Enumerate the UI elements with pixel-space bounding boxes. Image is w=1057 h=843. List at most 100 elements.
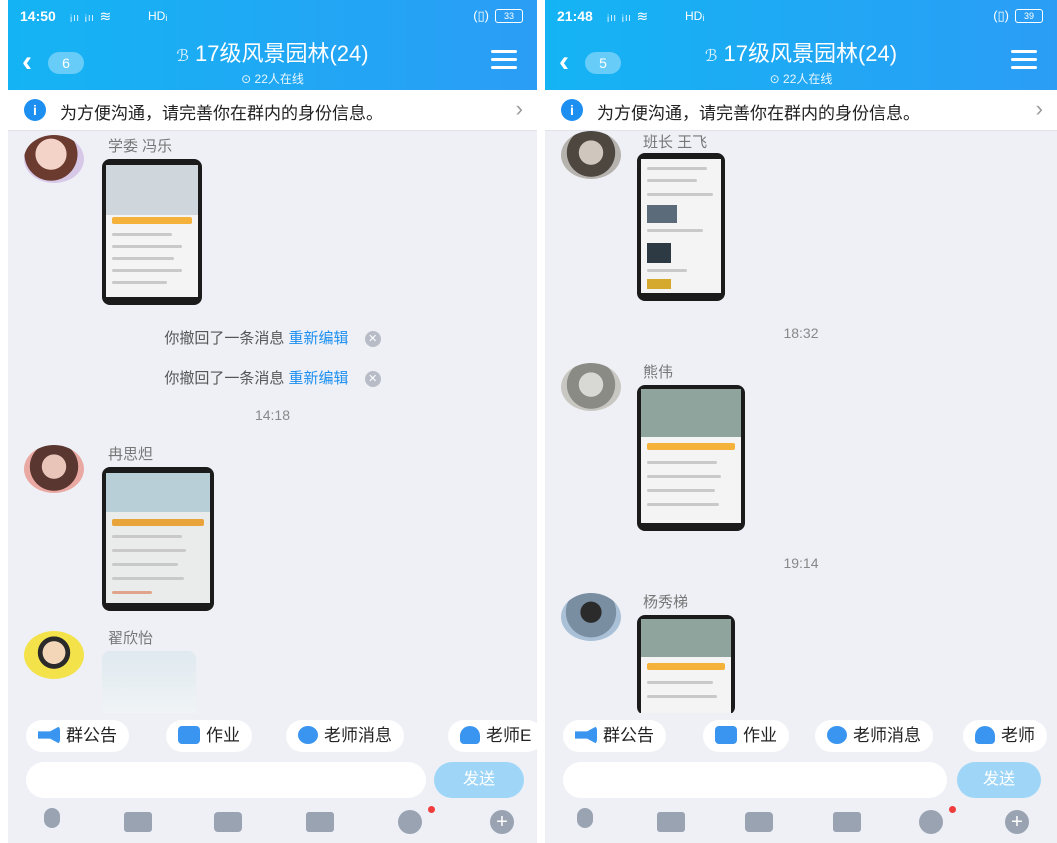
message-input[interactable] (563, 762, 947, 798)
reedit-link[interactable]: 重新编辑 (289, 330, 349, 347)
message: 杨秀梯 (545, 591, 1057, 713)
timestamp: 19:14 (783, 555, 819, 571)
sender-name: 熊伟 (643, 364, 674, 381)
profile-notice[interactable]: i 为方便沟通，请完善你在群内的身份信息。 › (545, 90, 1057, 131)
sender-name: 翟欣怡 (108, 630, 154, 647)
chip-label: 作业 (743, 726, 777, 745)
input-toolbar: + (8, 804, 537, 843)
chat-area: 学委 冯乐 你撤回了一条消息 重新编辑 ✕ 你撤回了一条消息 重新编辑 ✕ 14… (8, 131, 537, 713)
send-button[interactable]: 发送 (957, 762, 1041, 798)
chip-label: 老师E (486, 726, 532, 745)
title-block: ℬ 17级风景园林(24) ⊙ 22人在线 (8, 36, 537, 87)
header-bar: 14:50 ᵢₗₗ ᵢₗₗ ≋ HDᵢ (▯) 33 ‹ 6 ℬ 17级风景园林(… (8, 0, 537, 90)
input-toolbar: + (545, 804, 1057, 843)
sender-name: 冉思炟 (108, 446, 154, 463)
plus-icon[interactable]: + (490, 810, 514, 834)
image-message[interactable] (102, 159, 202, 305)
notice-text: 为方便沟通，请完善你在群内的身份信息。 (597, 104, 920, 123)
emoji-icon[interactable] (919, 810, 943, 834)
document-icon (715, 726, 737, 745)
chip-homework[interactable]: 作业 (166, 720, 252, 752)
quick-chips: 群公告 作业 老师消息 老师 (545, 716, 1057, 758)
teacher-icon (827, 726, 847, 745)
image-message[interactable] (637, 615, 735, 713)
group-icon: ℬ (176, 48, 189, 65)
signal-icon: ᵢₗₗ ᵢₗₗ ≋ (607, 8, 650, 24)
message-input[interactable] (26, 762, 426, 798)
chip-teacher-other[interactable]: 老师 (963, 720, 1047, 752)
microphone-icon[interactable] (577, 808, 593, 828)
menu-button[interactable] (1011, 50, 1037, 70)
megaphone-icon (38, 726, 60, 745)
menu-button[interactable] (491, 50, 517, 70)
online-count: 22人在线 (254, 72, 304, 86)
plus-icon[interactable]: + (1005, 810, 1029, 834)
avatar[interactable] (561, 363, 621, 411)
envelope-icon[interactable] (833, 812, 861, 832)
image-message[interactable] (102, 467, 214, 611)
envelope-icon[interactable] (306, 812, 334, 832)
title-block: ℬ 17级风景园林(24) ⊙ 22人在线 (545, 36, 1057, 87)
chip-announcement[interactable]: 群公告 (26, 720, 129, 752)
chip-teacher-message[interactable]: 老师消息 (815, 720, 933, 752)
image-message[interactable] (637, 385, 745, 531)
image-message[interactable] (102, 651, 196, 713)
avatar[interactable] (24, 135, 84, 183)
send-button[interactable]: 发送 (434, 762, 524, 798)
headset-icon (460, 726, 480, 745)
image-icon[interactable] (124, 812, 152, 832)
avatar[interactable] (24, 631, 84, 679)
headset-icon (975, 726, 995, 745)
microphone-icon[interactable] (44, 808, 60, 828)
reedit-link[interactable]: 重新编辑 (289, 370, 349, 387)
image-icon[interactable] (657, 812, 685, 832)
network-label: HDᵢ (685, 9, 705, 23)
battery-icon: 39 (1015, 9, 1043, 23)
chip-label: 老师消息 (324, 726, 392, 745)
chat-screen-left: 14:50 ᵢₗₗ ᵢₗₗ ≋ HDᵢ (▯) 33 ‹ 6 ℬ 17级风景园林(… (8, 0, 537, 843)
online-icon: ⊙ (241, 72, 255, 86)
online-icon: ⊙ (769, 72, 784, 86)
vibrate-icon: (▯) (993, 8, 1009, 23)
chip-label: 老师消息 (853, 726, 921, 745)
recall-text: 你撤回了一条消息 (164, 370, 285, 387)
status-bar: 14:50 ᵢₗₗ ᵢₗₗ ≋ HDᵢ (▯) 33 (8, 0, 537, 30)
group-title: 17级风景园林(24) (723, 41, 898, 66)
info-icon: i (24, 99, 46, 121)
close-icon[interactable]: ✕ (364, 371, 381, 388)
input-row: 发送 (545, 760, 1057, 802)
camera-icon[interactable] (214, 812, 242, 832)
online-count: 22人在线 (783, 72, 833, 86)
chevron-right-icon: › (515, 96, 523, 121)
chip-announcement[interactable]: 群公告 (563, 720, 666, 752)
battery-icon: 33 (495, 9, 523, 23)
chip-label: 作业 (206, 726, 240, 745)
avatar[interactable] (561, 131, 621, 179)
recall-notice: 你撤回了一条消息 重新编辑 ✕ (8, 327, 537, 348)
message: 学委 冯乐 (8, 135, 537, 315)
info-icon: i (561, 99, 583, 121)
header-bar: 21:48 ᵢₗₗ ᵢₗₗ ≋ HDᵢ (▯) 39 ‹ 5 ℬ 17级风景园林(… (545, 0, 1057, 90)
camera-icon[interactable] (745, 812, 773, 832)
avatar[interactable] (561, 593, 621, 641)
chevron-right-icon: › (1035, 96, 1043, 121)
chat-area: 班长 王飞 18:32 熊伟 19:14 杨秀梯 (545, 131, 1057, 713)
megaphone-icon (575, 726, 597, 745)
quick-chips: 群公告 作业 老师消息 老师E (8, 716, 537, 758)
notice-text: 为方便沟通，请完善你在群内的身份信息。 (60, 104, 383, 123)
chip-teacher-message[interactable]: 老师消息 (286, 720, 404, 752)
chat-screen-right: 21:48 ᵢₗₗ ᵢₗₗ ≋ HDᵢ (▯) 39 ‹ 5 ℬ 17级风景园林(… (545, 0, 1057, 843)
close-icon[interactable]: ✕ (364, 331, 381, 348)
chip-homework[interactable]: 作业 (703, 720, 789, 752)
message: 冉思炟 (8, 443, 537, 623)
image-message[interactable] (637, 153, 725, 301)
profile-notice[interactable]: i 为方便沟通，请完善你在群内的身份信息。 › (8, 90, 537, 131)
avatar[interactable] (24, 445, 84, 493)
timestamp: 18:32 (783, 325, 819, 341)
chip-label: 老师 (1001, 726, 1035, 745)
emoji-icon[interactable] (398, 810, 422, 834)
chip-label: 群公告 (66, 726, 117, 745)
message: 班长 王飞 (545, 131, 1057, 311)
new-dot (949, 806, 956, 813)
chip-teacher-other[interactable]: 老师E (448, 720, 537, 752)
